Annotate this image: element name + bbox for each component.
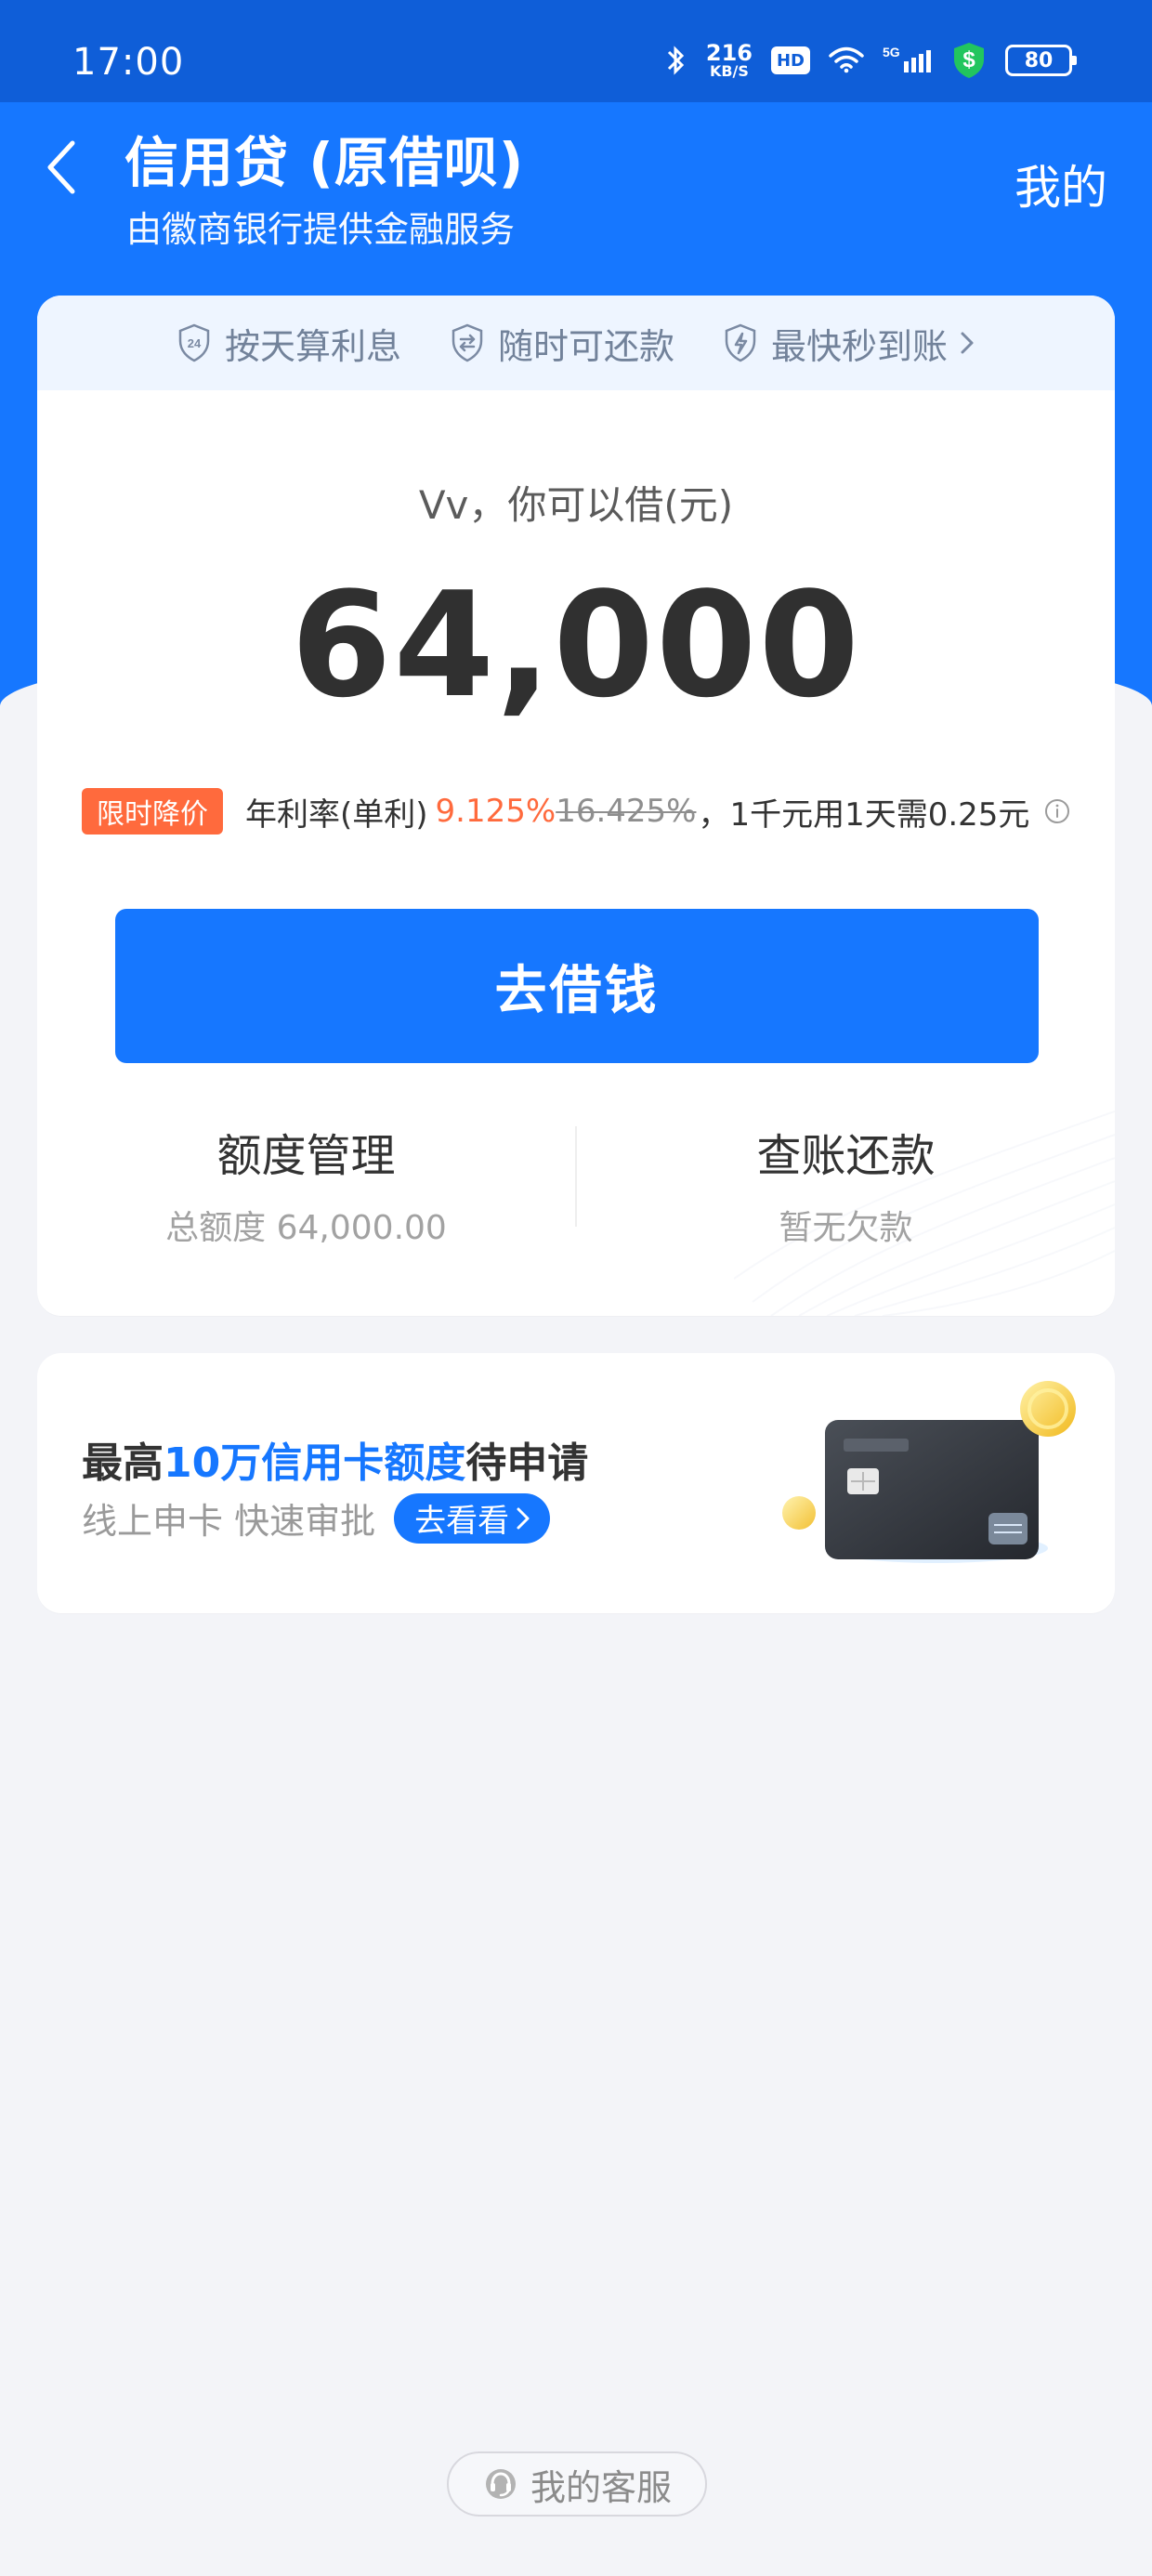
- promo-title-prefix: 最高: [82, 1439, 164, 1487]
- promo-title-highlight: 10万信用卡额度: [164, 1439, 466, 1487]
- page-title: 信用贷 (原借呗): [124, 131, 525, 194]
- service-provider: 由徽商银行提供金融服务: [126, 209, 516, 250]
- bluetooth-icon: [663, 44, 689, 77]
- status-bar: 17:00 216 KB/S HD 5G $ 80: [0, 0, 1152, 102]
- hd-icon: HD: [771, 46, 810, 74]
- feature-label: 按天算利息: [224, 325, 401, 367]
- limited-price-badge: 限时降价: [82, 788, 223, 835]
- network-speed-value: 216: [705, 40, 753, 66]
- battery-icon: 80: [1005, 45, 1077, 76]
- lightning-shield-icon: [725, 323, 756, 362]
- promo-title-suffix: 待申请: [465, 1439, 589, 1487]
- view-offer-button[interactable]: 去看看: [394, 1492, 551, 1544]
- network-speed-unit: KB/S: [709, 61, 749, 80]
- my-link[interactable]: 我的: [1015, 151, 1107, 217]
- promo-title: 最高10万信用卡额度待申请: [82, 1429, 588, 1489]
- feature-label: 最快秒到账: [771, 325, 949, 367]
- feature-label: 随时可还款: [497, 325, 674, 367]
- credit-card-promo[interactable]: 最高10万信用卡额度待申请 线上申卡 快速审批 去看看: [37, 1353, 1115, 1613]
- security-shield-icon: $: [949, 41, 988, 80]
- back-button[interactable]: [26, 132, 97, 203]
- feature-strip[interactable]: 24 按天算利息 随时可还款 最快秒到账: [37, 296, 1115, 390]
- quota-management-title: 额度管理: [216, 1130, 396, 1182]
- status-time: 17:00: [72, 41, 185, 84]
- customer-service-button[interactable]: 我的客服: [447, 2451, 707, 2517]
- wifi-icon: [827, 46, 866, 74]
- 24-hour-shield-icon: 24: [178, 323, 210, 362]
- bill-repayment-title: 查账还款: [756, 1130, 936, 1182]
- promo-subtitle: 线上申卡 快速审批: [82, 1501, 376, 1542]
- debt-status: 暂无欠款: [779, 1209, 913, 1247]
- borrow-greeting: Vv，你可以借(元): [418, 482, 734, 528]
- svg-text:24: 24: [188, 336, 202, 350]
- rate-note: ，1千元用1天需0.25元: [698, 795, 1030, 834]
- svg-text:5G: 5G: [883, 45, 900, 59]
- feature-daily-interest: 24 按天算利息: [177, 318, 401, 369]
- credit-card-illustration: [782, 1381, 1076, 1563]
- customer-service-label: 我的客服: [530, 2466, 672, 2508]
- rate-label: 年利率(单利): [245, 795, 428, 834]
- account-actions: 额度管理 总额度 64,000.00 查账还款 暂无欠款: [37, 1119, 1115, 1249]
- chevron-right-icon: [517, 1507, 530, 1529]
- app-header: 信用贷 (原借呗) 由徽商银行提供金融服务 我的: [0, 102, 1152, 260]
- original-rate: 16.425%: [556, 793, 697, 830]
- back-icon: [47, 140, 75, 194]
- transfer-shield-icon: [452, 323, 483, 362]
- svg-text:$: $: [962, 47, 975, 72]
- available-amount: 64,000: [291, 560, 861, 729]
- promo-subtitle-row: 线上申卡 快速审批 去看看: [82, 1492, 551, 1544]
- signal-icon: 5G: [883, 45, 933, 76]
- loan-card: 24 按天算利息 随时可还款 最快秒到账 Vv，你可以借(元) 64,000 限…: [37, 296, 1115, 1316]
- customer-service-icon: [485, 2469, 516, 2499]
- current-rate: 9.125%: [435, 793, 556, 830]
- chevron-right-icon: [961, 332, 974, 354]
- bill-repayment-button[interactable]: 查账还款 暂无欠款: [577, 1119, 1115, 1249]
- interest-rate-row: 限时降价 年利率(单利) 9.125% 16.425% ，1千元用1天需0.25…: [82, 788, 1072, 835]
- total-quota: 总额度 64,000.00: [165, 1209, 447, 1247]
- network-speed: 216 KB/S: [705, 40, 753, 80]
- info-icon[interactable]: [1042, 796, 1072, 826]
- view-offer-label: 去看看: [414, 1503, 510, 1540]
- feature-anytime-repay: 随时可还款: [450, 318, 674, 369]
- quota-management-button[interactable]: 额度管理 总额度 64,000.00: [37, 1119, 575, 1249]
- feature-fast-arrival: 最快秒到账: [723, 318, 975, 369]
- status-icons: 216 KB/S HD 5G $ 80: [663, 40, 1077, 80]
